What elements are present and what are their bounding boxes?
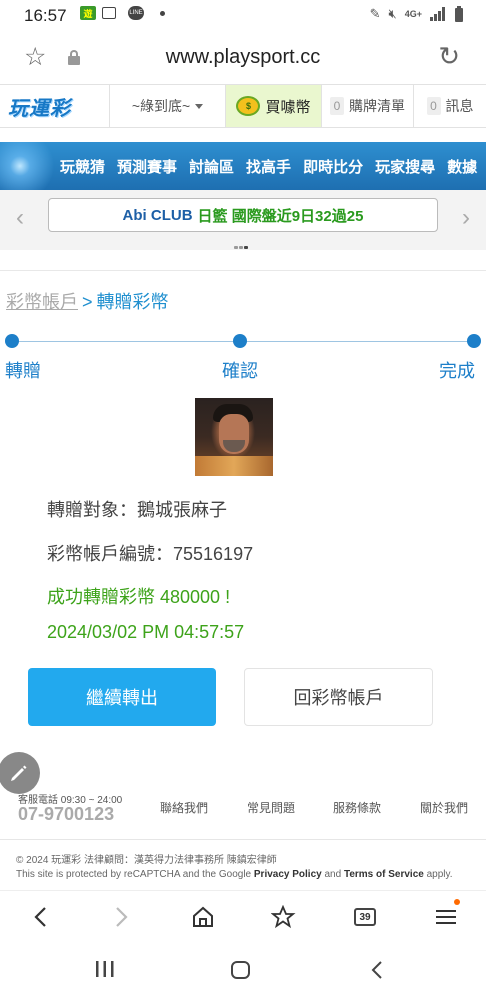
user-menu[interactable]: ~綠到底~	[110, 85, 226, 127]
ticker-text: 日籃 國際盤近9日32過25	[197, 207, 364, 225]
menu-notification-dot	[454, 899, 460, 905]
messages-label: 訊息	[445, 98, 474, 114]
main-nav: 玩競猜 預測賽事 討論區 找高手 即時比分 玩家搜尋 數據	[0, 142, 486, 190]
gallery-notification-icon	[102, 7, 116, 19]
divider	[0, 270, 486, 271]
ticker-item[interactable]: Abi CLUB 日籃 國際盤近9日32過25	[48, 198, 438, 232]
reload-icon[interactable]: ↻	[438, 42, 460, 70]
footer-link-about[interactable]: 關於我們	[420, 799, 468, 816]
menu-icon[interactable]	[434, 899, 460, 931]
nav-item-predict[interactable]: 玩競猜	[60, 156, 105, 177]
terms-of-service-link[interactable]: Terms of Service	[344, 869, 424, 880]
buy-coin-button[interactable]: $ 買噱幣	[226, 85, 322, 127]
breadcrumb-separator: >	[82, 292, 93, 312]
ticker-club: Abi CLUB	[122, 206, 193, 224]
tabs-count: 39	[354, 908, 376, 926]
cart-count-badge: 0	[330, 97, 344, 115]
footer: 客服電話 09:30 ~ 24:00 07-9700123 聯絡我們 常見問題 …	[0, 788, 486, 838]
buy-coin-label: 買噱幣	[265, 98, 311, 116]
chevron-left-icon[interactable]: ‹	[16, 206, 24, 230]
chevron-down-icon	[195, 103, 204, 109]
breadcrumb-current: 轉贈彩幣	[96, 292, 169, 312]
breadcrumb: 彩幣帳戶 > 轉贈彩幣	[6, 288, 169, 314]
breadcrumb-coin-account-link[interactable]: 彩幣帳戶	[6, 292, 78, 312]
tabs-icon[interactable]: 39	[352, 903, 378, 931]
nav-item-player-search[interactable]: 玩家搜尋	[375, 156, 435, 177]
continue-transfer-button[interactable]: 繼續轉出	[28, 668, 216, 726]
chevron-right-icon[interactable]: ›	[462, 206, 470, 230]
pencil-icon	[11, 765, 27, 781]
footer-link-faq[interactable]: 常見問題	[247, 799, 295, 816]
more-notifications-icon	[160, 10, 165, 16]
browser-address-bar: ☆ www.playsport.cc ↻	[0, 32, 486, 84]
back-to-coin-account-button[interactable]: 回彩幣帳戶	[244, 668, 433, 726]
nav-item-data[interactable]: 數據	[447, 156, 477, 177]
nav-item-livescore[interactable]: 即時比分	[303, 156, 363, 177]
back-icon[interactable]	[28, 903, 52, 931]
signal-icon	[430, 7, 445, 21]
back-nav-icon[interactable]	[370, 960, 384, 980]
messages-button[interactable]: 0 訊息	[414, 85, 486, 127]
transfer-target: 轉贈對象：鵝城張麻子	[47, 500, 227, 520]
nav-item-forecast[interactable]: 預測賽事	[117, 156, 177, 177]
network-type: 4G+	[404, 9, 422, 19]
hotline-number[interactable]: 07-9700123	[18, 804, 114, 825]
coin-icon: $	[236, 96, 261, 116]
recaptcha-text: This site is protected by reCAPTCHA and …	[16, 869, 254, 880]
copyright: © 2024 玩運彩 法律顧問：漢英得力法律事務所 陳鎮宏律師	[16, 855, 277, 866]
step-label-confirm: 確認	[222, 361, 258, 381]
game-notification-icon: 遊	[80, 6, 96, 20]
bookmarks-icon[interactable]	[270, 903, 298, 931]
recipient-avatar	[195, 398, 273, 476]
nav-glow-decoration	[0, 142, 60, 190]
transfer-datetime: 2024/03/02 PM 04:57:57	[47, 622, 245, 642]
message-count-badge: 0	[426, 97, 441, 115]
nav-item-forum[interactable]: 討論區	[189, 156, 234, 177]
username: ~綠到底~	[131, 98, 191, 114]
site-header: 玩運彩 ~綠到底~ $ 買噱幣 0 購牌清單 0 訊息	[0, 84, 486, 128]
url-field[interactable]: www.playsport.cc	[0, 46, 486, 69]
nav-item-experts[interactable]: 找高手	[246, 156, 291, 177]
android-nav-bar	[0, 944, 486, 1000]
recent-apps-icon[interactable]	[95, 960, 115, 978]
battery-icon	[455, 6, 463, 22]
cart-button[interactable]: 0 購牌清單	[322, 85, 414, 127]
recaptcha-and: and	[321, 869, 344, 880]
pen-icon: ✎	[369, 6, 381, 21]
step-dot-complete	[467, 334, 481, 348]
forward-icon[interactable]	[110, 903, 134, 931]
home-icon[interactable]	[190, 903, 216, 931]
clock: 16:57	[24, 6, 67, 25]
recaptcha-apply: apply.	[423, 869, 453, 880]
step-dot-transfer	[5, 334, 19, 348]
status-bar: 16:57 遊 LINE ✎ 🔇︎ 4G+	[0, 0, 486, 32]
cart-label: 購牌清單	[349, 98, 405, 114]
home-nav-icon[interactable]	[230, 960, 252, 980]
mute-icon: 🔇︎	[388, 6, 397, 21]
footer-link-terms[interactable]: 服務條款	[333, 799, 381, 816]
footer-divider	[0, 839, 486, 840]
footer-link-contact[interactable]: 聯絡我們	[160, 799, 208, 816]
site-logo[interactable]: 玩運彩	[0, 85, 110, 127]
line-notification-icon: LINE	[128, 6, 144, 20]
step-label-transfer: 轉贈	[5, 361, 41, 381]
ticker-carousel: ‹ Abi CLUB 日籃 國際盤近9日32過25 ›	[0, 190, 486, 250]
recaptcha-notice: This site is protected by reCAPTCHA and …	[16, 869, 453, 880]
coin-account-number: 彩幣帳戶編號：75516197	[47, 544, 254, 564]
success-message: 成功轉贈彩幣 480000 !	[47, 587, 231, 607]
step-dot-confirm	[233, 334, 247, 348]
step-label-complete: 完成	[439, 361, 475, 381]
privacy-policy-link[interactable]: Privacy Policy	[254, 869, 322, 880]
logo-text: 玩運彩	[8, 97, 71, 120]
browser-toolbar: 39	[0, 890, 486, 944]
